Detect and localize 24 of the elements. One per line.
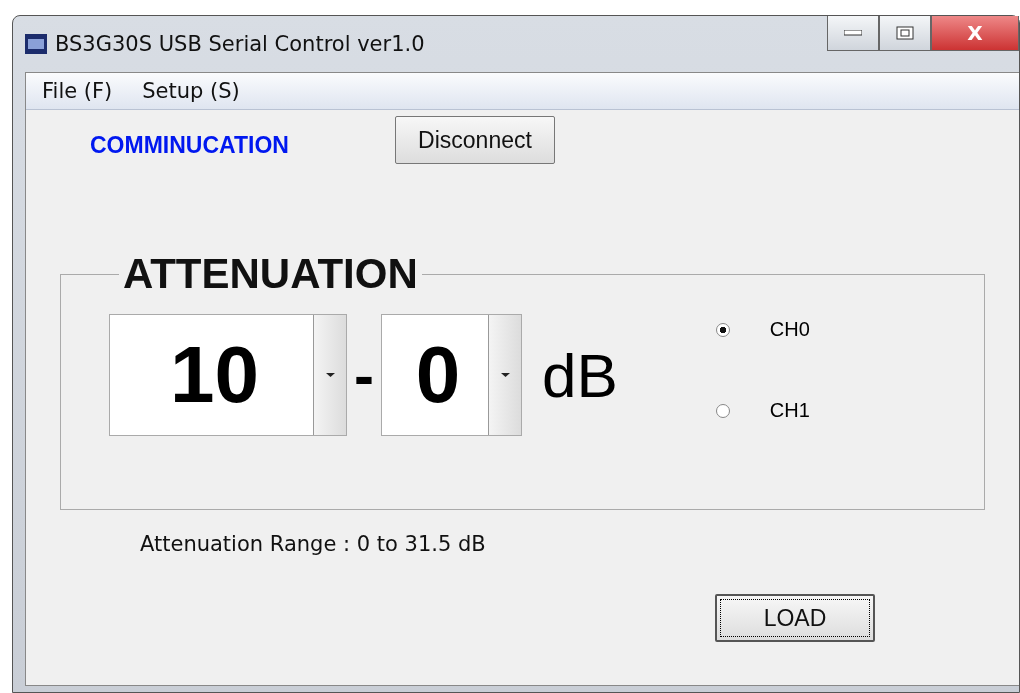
communication-label: COMMINUCATION (90, 132, 290, 159)
range-text: Attenuation Range : 0 to 31.5 dB (140, 532, 487, 556)
minimize-icon (844, 30, 862, 36)
app-logo-icon (25, 34, 47, 54)
radio-label: CH0 (769, 318, 810, 341)
separator-text: - (353, 340, 375, 410)
caret-icon (500, 373, 510, 377)
caret-icon (325, 373, 335, 377)
value-combobox[interactable]: 10 (109, 314, 347, 436)
unit-label: dB (542, 339, 618, 411)
maximize-button[interactable] (879, 16, 931, 51)
close-button[interactable]: X (931, 16, 1019, 51)
window-title: BS3G30S USB Serial Control ver1.0 (55, 32, 425, 56)
load-button[interactable]: LOAD (715, 594, 875, 642)
menu-item[interactable]: File (F) (42, 79, 113, 103)
radio-button[interactable] (715, 403, 730, 418)
disconnect-button[interactable]: Disconnect (395, 116, 555, 164)
radio-label: CH1 (769, 399, 810, 422)
group-title: ATTENUATION (122, 250, 419, 298)
value-combobox[interactable]: 0 (381, 314, 522, 436)
minimize-button[interactable] (827, 16, 879, 51)
maximize-icon (896, 26, 914, 40)
radio-button[interactable] (715, 322, 730, 337)
menu-item[interactable]: Setup (S) (142, 79, 240, 103)
